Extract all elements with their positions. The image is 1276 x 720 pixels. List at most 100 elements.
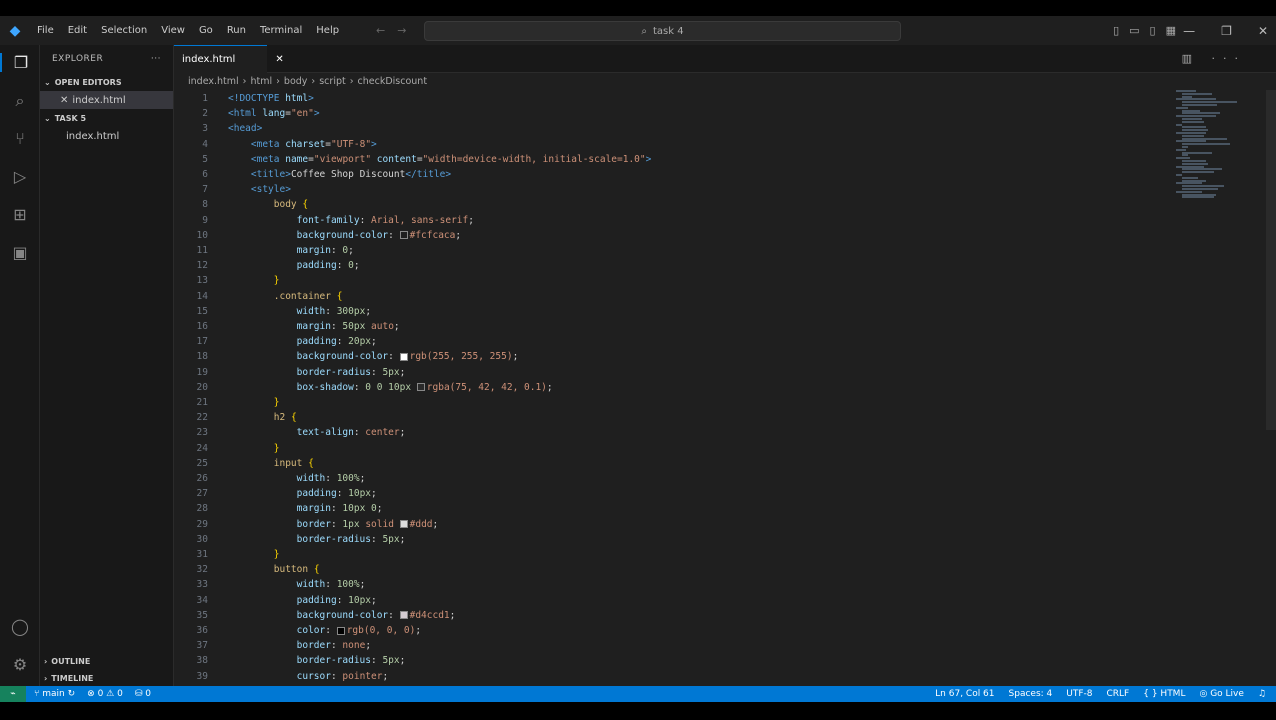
code-token: : (325, 625, 337, 636)
settings-icon[interactable]: ⚙ (0, 655, 40, 674)
run-debug-icon[interactable]: ▷ (0, 167, 40, 186)
breadcrumb-script[interactable]: script (319, 76, 345, 87)
cursor-position[interactable]: Ln 67, Col 61 (935, 689, 994, 699)
extensions-icon[interactable]: ⊞ (0, 205, 40, 224)
command-center-search[interactable]: ⌕ task 4 (424, 21, 901, 41)
code-line[interactable]: 18 background-color: rgb(255, 255, 255); (174, 349, 1174, 364)
code-line[interactable]: 5 <meta name="viewport" content="width=d… (174, 152, 1174, 167)
menu-file[interactable]: File (30, 25, 61, 36)
account-icon[interactable]: ◯ (0, 617, 40, 636)
menu-go[interactable]: Go (192, 25, 220, 36)
code-line[interactable]: 20 box-shadow: 0 0 10px rgba(75, 42, 42,… (174, 380, 1174, 395)
code-line[interactable]: 16 margin: 50px auto; (174, 319, 1174, 334)
code-line[interactable]: 31 } (174, 547, 1174, 562)
close-icon[interactable]: ✕ (60, 95, 68, 106)
code-line[interactable]: 32 button { (174, 562, 1174, 577)
search-icon[interactable]: ⌕ (0, 91, 40, 111)
code-line[interactable]: 38 border-radius: 5px; (174, 653, 1174, 668)
menu-terminal[interactable]: Terminal (253, 25, 309, 36)
code-line[interactable]: 22 h2 { (174, 410, 1174, 425)
split-editor-icon[interactable]: ▥ (1182, 52, 1200, 65)
ports-status[interactable]: ⛁ 0 (135, 689, 151, 699)
code-line[interactable]: 19 border-radius: 5px; (174, 365, 1174, 380)
minimap[interactable] (1176, 90, 1256, 210)
outline-section[interactable]: › OUTLINE (40, 652, 174, 670)
code-line[interactable]: 30 border-radius: 5px; (174, 532, 1174, 547)
menu-help[interactable]: Help (309, 25, 346, 36)
code-line[interactable]: 7 <style> (174, 182, 1174, 197)
menu-selection[interactable]: Selection (94, 25, 154, 36)
code-line[interactable]: 3 <head> (174, 121, 1174, 136)
code-line[interactable]: 17 padding: 20px; (174, 334, 1174, 349)
toggle-panel-icon[interactable]: ▭ (1129, 24, 1139, 37)
timeline-section[interactable]: › TIMELINE (40, 669, 174, 687)
code-token: background-color (296, 351, 389, 363)
code-line[interactable]: 8 body { (174, 197, 1174, 212)
code-line[interactable]: 27 padding: 10px; (174, 486, 1174, 501)
menu-edit[interactable]: Edit (61, 25, 94, 36)
more-actions-icon[interactable]: ··· (151, 54, 161, 64)
menu-view[interactable]: View (154, 25, 192, 36)
more-actions-icon[interactable]: ··· (1212, 52, 1247, 65)
breadcrumb-function[interactable]: checkDiscount (358, 76, 428, 87)
vertical-scrollbar[interactable] (1266, 90, 1276, 430)
code-line[interactable]: 4 <meta charset="UTF-8"> (174, 137, 1174, 152)
tab-index-html[interactable]: index.html ✕ (174, 45, 284, 73)
encoding-status[interactable]: UTF-8 (1066, 689, 1092, 699)
code-line[interactable]: 26 width: 100%; (174, 471, 1174, 486)
eol-status[interactable]: CRLF (1107, 689, 1130, 699)
files-icon[interactable]: ❐ (0, 53, 40, 72)
nav-arrows[interactable]: ←→ (376, 24, 418, 37)
toggle-sidebar-icon[interactable]: ▯ (1113, 24, 1119, 37)
code-line[interactable]: 25 input { (174, 456, 1174, 471)
indentation-status[interactable]: Spaces: 4 (1009, 689, 1053, 699)
remote-explorer-icon[interactable]: ▣ (0, 243, 40, 262)
close-window-icon[interactable]: ✕ (1258, 24, 1268, 38)
source-control-icon[interactable]: ⑂ (0, 129, 40, 148)
file-tree-item[interactable]: index.html (40, 127, 173, 145)
code-line[interactable]: 33 width: 100%; (174, 577, 1174, 592)
breadcrumb-body[interactable]: body (284, 76, 308, 87)
code-line[interactable]: 6 <title>Coffee Shop Discount</title> (174, 167, 1174, 182)
code-line[interactable]: 24 } (174, 441, 1174, 456)
breadcrumb-html[interactable]: html (250, 76, 272, 87)
open-editors-section[interactable]: ⌄ OPEN EDITORS (40, 73, 173, 91)
code-editor[interactable]: 1 <!DOCTYPE html> 2 <html lang="en"> 3 <head>… (174, 90, 1276, 686)
folder-section[interactable]: ⌄ TASK 5 (40, 109, 173, 127)
remote-indicator-icon[interactable]: ⌁ (0, 686, 26, 702)
code-line[interactable]: 2 <html lang="en"> (174, 106, 1174, 121)
customize-layout-icon[interactable]: ▦ (1166, 24, 1176, 37)
go-live-button[interactable]: ◎ Go Live (1199, 689, 1243, 699)
code-line[interactable]: 1 <!DOCTYPE html> (174, 91, 1174, 106)
code-line[interactable]: 35 background-color: #d4ccd1; (174, 608, 1174, 623)
code-line[interactable]: 37 border: none; (174, 638, 1174, 653)
problems-status[interactable]: ⊗ 0 ⚠ 0 (87, 689, 123, 699)
menu-run[interactable]: Run (220, 25, 253, 36)
code-line[interactable]: 10 background-color: #fcfcaca; (174, 228, 1174, 243)
code-line[interactable]: 23 text-align: center; (174, 425, 1174, 440)
language-status[interactable]: { } HTML (1143, 689, 1185, 699)
line-number: 8 (202, 199, 208, 211)
notifications-icon[interactable]: ♫ (1258, 689, 1266, 699)
branch-status[interactable]: ⑂ main ↻ (34, 689, 75, 699)
code-line[interactable]: 9 font-family: Arial, sans-serif; (174, 213, 1174, 228)
toggle-secondary-sidebar-icon[interactable]: ▯ (1150, 24, 1156, 37)
code-line[interactable]: 28 margin: 10px 0; (174, 501, 1174, 516)
open-editor-item[interactable]: ✕ index.html (40, 91, 173, 109)
code-line[interactable]: 15 width: 300px; (174, 304, 1174, 319)
code-line[interactable]: 29 border: 1px solid #ddd; (174, 517, 1174, 532)
breadcrumb-file[interactable]: index.html (188, 76, 239, 87)
code-line[interactable]: 14 .container { (174, 289, 1174, 304)
code-line[interactable]: 36 color: rgb(0, 0, 0); (174, 623, 1174, 638)
code-line[interactable]: 21 } (174, 395, 1174, 410)
code-line[interactable]: 34 padding: 10px; (174, 593, 1174, 608)
restore-icon[interactable]: ❐ (1221, 24, 1232, 38)
minimize-icon[interactable]: — (1183, 24, 1195, 38)
tab-close-icon[interactable]: ✕ (275, 54, 283, 65)
code-line[interactable]: 12 padding: 0; (174, 258, 1174, 273)
code-line[interactable]: 11 margin: 0; (174, 243, 1174, 258)
line-number: 19 (196, 366, 208, 378)
code-line[interactable]: 13 } (174, 273, 1174, 288)
code-line[interactable]: 39 cursor: pointer; (174, 669, 1174, 684)
